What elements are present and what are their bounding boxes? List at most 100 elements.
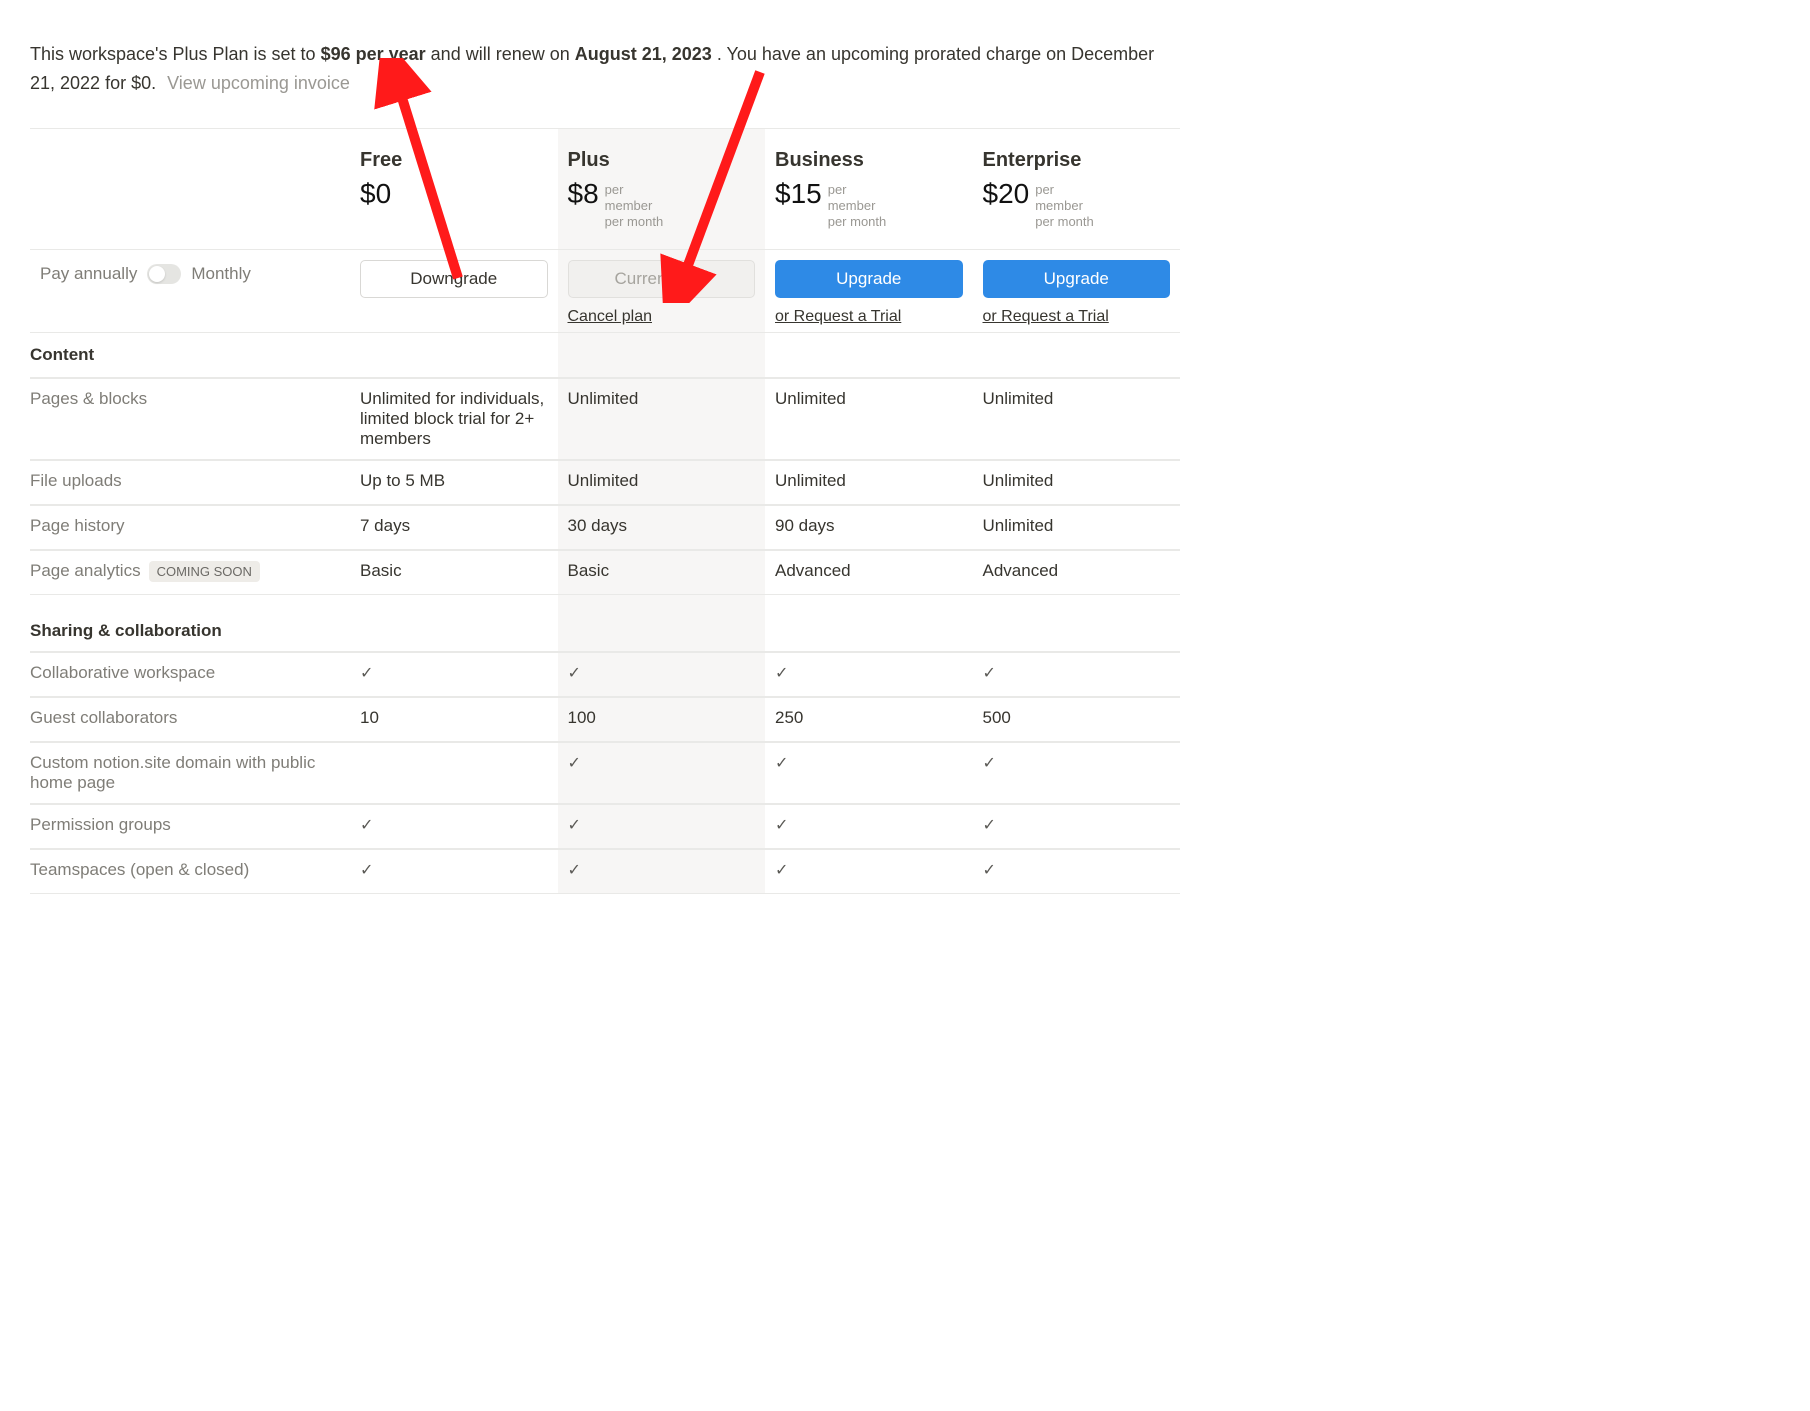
section-spacer [558,333,766,377]
feature-cell: ✓ [973,849,1181,893]
feature-cell: ✓ [765,849,973,893]
cancel-plan-link[interactable]: Cancel plan [568,308,653,326]
feature-cell: 30 days [558,505,766,549]
feature-cell: 7 days [350,505,558,549]
feature-cell: 90 days [765,505,973,549]
feature-cell: Unlimited [973,460,1181,504]
check-icon: ✓ [983,815,996,835]
check-icon: ✓ [983,860,996,880]
feature-cell: ✓ [765,742,973,803]
feature-row-label: Collaborative workspace [30,652,350,696]
view-invoice-link[interactable]: View upcoming invoice [167,73,350,93]
plan-name-enterprise: Enterprise [983,149,1171,172]
upgrade-enterprise-button[interactable]: Upgrade [983,260,1171,298]
feature-row-label: Custom notion.site domain with public ho… [30,742,350,803]
banner-prefix: This workspace's Plus Plan is set to [30,44,321,64]
feature-cell: 100 [558,697,766,741]
feature-row-label: Page analyticsCOMING SOON [30,550,350,594]
feature-row: Page history7 days30 days90 daysUnlimite… [30,505,1180,550]
plan-unit-business: per member per month [828,178,887,231]
section-spacer [765,595,973,651]
section-spacer [765,333,973,377]
check-icon: ✓ [983,753,996,773]
plan-header-row: Free $0 Plus $8 per member per month Bus… [30,129,1180,250]
banner-date: August 21, 2023 [575,44,712,64]
request-trial-business-link[interactable]: or Request a Trial [775,308,901,326]
feature-cell: Advanced [973,550,1181,594]
feature-cell: ✓ [765,652,973,696]
feature-cell: Basic [558,550,766,594]
check-icon: ✓ [360,860,373,880]
plan-name-free: Free [360,149,548,172]
section-spacer [973,333,1181,377]
feature-row-label: Guest collaborators [30,697,350,741]
plan-name-plus: Plus [568,149,756,172]
feature-cell [350,742,558,803]
request-trial-enterprise-link[interactable]: or Request a Trial [983,308,1109,326]
pay-monthly-label: Monthly [191,264,251,284]
section-spacer [558,595,766,651]
plan-price-enterprise: $20 [983,178,1030,210]
check-icon: ✓ [568,663,581,683]
feature-cell: ✓ [973,742,1181,803]
feature-cell: ✓ [350,804,558,848]
check-icon: ✓ [775,815,788,835]
feature-cell: Basic [350,550,558,594]
coming-soon-badge: COMING SOON [149,561,260,582]
feature-row-label: Permission groups [30,804,350,848]
feature-row: Permission groups✓✓✓✓ [30,804,1180,849]
feature-cell: Unlimited [973,378,1181,459]
plan-price-plus: $8 [568,178,599,210]
check-icon: ✓ [568,860,581,880]
current-plan-button: Current plan [568,260,756,298]
check-icon: ✓ [775,860,788,880]
feature-row: File uploadsUp to 5 MB UnlimitedUnlimited… [30,460,1180,505]
check-icon: ✓ [568,753,581,773]
feature-cell: Unlimited [765,460,973,504]
downgrade-button[interactable]: Downgrade [360,260,548,298]
banner-price: $96 per year [321,44,426,64]
feature-cell: Unlimited [973,505,1181,549]
feature-cell: 250 [765,697,973,741]
plan-unit-enterprise: per member per month [1035,178,1094,231]
feature-cell: 500 [973,697,1181,741]
section-spacer [350,333,558,377]
feature-cell: Unlimited [765,378,973,459]
upgrade-business-button[interactable]: Upgrade [775,260,963,298]
feature-cell: ✓ [350,849,558,893]
feature-row-label: Teamspaces (open & closed) [30,849,350,893]
billing-period-toggle[interactable] [147,264,181,284]
feature-cell: Advanced [765,550,973,594]
billing-banner: This workspace's Plus Plan is set to $96… [30,40,1180,98]
plan-action-row: Pay annually Monthly Downgrade Current p… [30,250,1180,333]
feature-cell: Up to 5 MB [350,460,558,504]
plan-name-business: Business [775,149,963,172]
feature-cell: ✓ [558,742,766,803]
feature-cell: ✓ [558,849,766,893]
feature-cell: ✓ [558,652,766,696]
feature-row: Custom notion.site domain with public ho… [30,742,1180,804]
section-spacer [350,595,558,651]
feature-row-label: File uploads [30,460,350,504]
section-header: Content [30,333,1180,378]
feature-row: Pages & blocksUnlimited for individuals,… [30,378,1180,460]
check-icon: ✓ [775,663,788,683]
feature-cell: Unlimited for individuals, limited block… [350,378,558,459]
check-icon: ✓ [360,663,373,683]
plan-plus: Plus $8 per member per month [558,129,766,249]
feature-cell: ✓ [973,652,1181,696]
feature-cell: ✓ [558,804,766,848]
plan-price-free: $0 [360,178,391,210]
plan-free: Free $0 [350,129,558,249]
feature-cell: ✓ [350,652,558,696]
feature-row: Teamspaces (open & closed) ✓ ✓ ✓ ✓ [30,849,1180,894]
pay-annually-label: Pay annually [40,264,137,284]
feature-cell: ✓ [973,804,1181,848]
feature-row-label: Page history [30,505,350,549]
check-icon: ✓ [983,663,996,683]
check-icon: ✓ [775,753,788,773]
banner-mid: and will renew on [431,44,575,64]
section-title: Content [30,333,350,377]
feature-row-label: Pages & blocks [30,378,350,459]
plan-business: Business $15 per member per month [765,129,973,249]
